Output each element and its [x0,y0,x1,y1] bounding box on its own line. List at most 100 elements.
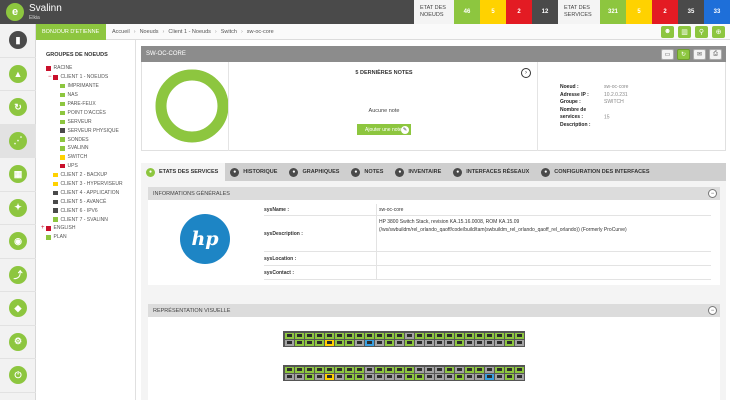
switch-port[interactable] [514,339,524,346]
switch-port[interactable] [474,332,484,339]
tree-item[interactable]: CLIENT 7 - SVALINN [46,215,135,224]
switch-port[interactable] [374,373,384,380]
search-icon[interactable]: ⚲ [695,25,708,38]
switch-port[interactable] [384,332,394,339]
chevron-right-icon[interactable]: › [521,68,531,78]
switch-port[interactable] [314,373,324,380]
switch-port[interactable] [344,366,354,373]
tab-history[interactable]: ● HISTORIQUE [225,163,284,181]
switch-port[interactable] [344,373,354,380]
tree-item[interactable]: SVALINN [46,144,135,153]
switch-port[interactable] [354,373,364,380]
tree-item[interactable]: CLIENT 3 - HYPERVISEUR [46,180,135,189]
add-note-button[interactable]: Ajouter une note ✎ [357,124,411,135]
switch-port[interactable] [424,366,434,373]
switch-port[interactable] [284,366,294,373]
general-info-header[interactable]: INFORMATIONS GÉNÉRALES − [148,187,720,200]
visual-representation-header[interactable]: REPRÉSENTATION VISUELLE − [148,304,720,317]
switch-port[interactable] [504,373,514,380]
switch-port[interactable] [394,339,404,346]
service-status-count[interactable]: 2 [652,0,678,24]
switch-port[interactable] [404,332,414,339]
tree-item[interactable]: IMPRIMANTE [46,82,135,91]
switch-port[interactable] [494,339,504,346]
breadcrumb-item[interactable]: sw-oc-core [247,29,274,35]
switch-port[interactable] [374,332,384,339]
service-status-count[interactable]: 33 [704,0,730,24]
switch-port[interactable] [324,366,334,373]
switch-port[interactable] [304,373,314,380]
tree-item[interactable]: CLIENT 5 - AVANCÉ [46,197,135,206]
switch-port[interactable] [324,373,334,380]
switch-port[interactable] [434,366,444,373]
switch-port[interactable] [354,339,364,346]
breadcrumb-item[interactable]: Accueil [112,29,130,35]
switch-port[interactable] [304,332,314,339]
switch-port[interactable] [454,339,464,346]
switch-port[interactable] [434,373,444,380]
tree-item[interactable]: PARE-FEUX [46,100,135,109]
nav-item[interactable]: ▦ [0,158,36,192]
switch-port[interactable] [514,332,524,339]
switch-port[interactable] [424,332,434,339]
switch-port[interactable] [494,332,504,339]
tab-notes[interactable]: ● NOTES [346,163,390,181]
switch-port[interactable] [404,373,414,380]
tree-item[interactable]: CLIENT 4 - APPLICATION [46,188,135,197]
collapse-icon[interactable]: − [708,306,717,315]
switch-port[interactable] [364,373,374,380]
switch-port[interactable] [334,366,344,373]
switch-port[interactable] [284,373,294,380]
switch-port[interactable] [354,366,364,373]
switch-port[interactable] [414,373,424,380]
switch-port[interactable] [284,332,294,339]
tree-item[interactable]: SWITCH [46,153,135,162]
refresh-icon[interactable]: ↻ [677,48,690,60]
tree-item[interactable]: − CLIENT 1 - NOEUDS [46,73,135,82]
tree-item[interactable]: NAS [46,91,135,100]
switch-port[interactable] [484,332,494,339]
switch-port[interactable] [344,339,354,346]
switch-port[interactable] [484,366,494,373]
switch-port[interactable] [514,366,524,373]
switch-port[interactable] [324,332,334,339]
switch-port[interactable] [414,339,424,346]
tree-item[interactable]: SONDES [46,135,135,144]
switch-port[interactable] [334,373,344,380]
switch-port[interactable] [494,366,504,373]
node-status-count[interactable]: 12 [532,0,558,24]
nav-item[interactable]: ⚙ [0,326,36,359]
service-status-count[interactable]: 321 [600,0,626,24]
tree-item[interactable]: SERVEUR [46,117,135,126]
switch-port[interactable] [374,366,384,373]
switch-port[interactable] [464,366,474,373]
tab-status[interactable]: ● ETATS DES SERVICES [141,163,226,181]
breadcrumb-item[interactable]: Noeuds [140,29,159,35]
nav-item[interactable]: ⤴ [0,259,36,292]
switch-port[interactable] [424,373,434,380]
switch-port[interactable] [504,366,514,373]
switch-port[interactable] [434,332,444,339]
tree-item[interactable]: RACINE [46,64,135,73]
switch-port[interactable] [394,366,404,373]
switch-port[interactable] [464,332,474,339]
switch-port[interactable] [304,366,314,373]
switch-port[interactable] [294,332,304,339]
tree-item[interactable]: + ENGLISH [41,224,135,233]
switch-port[interactable] [474,373,484,380]
switch-port[interactable] [384,339,394,346]
switch-port[interactable] [464,339,474,346]
switch-port[interactable] [444,373,454,380]
switch-port[interactable] [434,339,444,346]
switch-port[interactable] [404,366,414,373]
app-logo[interactable]: e Svalinn Elkia [0,0,100,24]
mail-icon[interactable]: ✉ [693,48,706,60]
nav-item[interactable]: ↻ [0,91,36,125]
switch-port[interactable] [454,366,464,373]
switch-port[interactable] [454,373,464,380]
switch-port[interactable] [314,339,324,346]
switch-port[interactable] [384,373,394,380]
switch-port[interactable] [364,339,374,346]
switch-port[interactable] [414,332,424,339]
switch-port[interactable] [514,373,524,380]
